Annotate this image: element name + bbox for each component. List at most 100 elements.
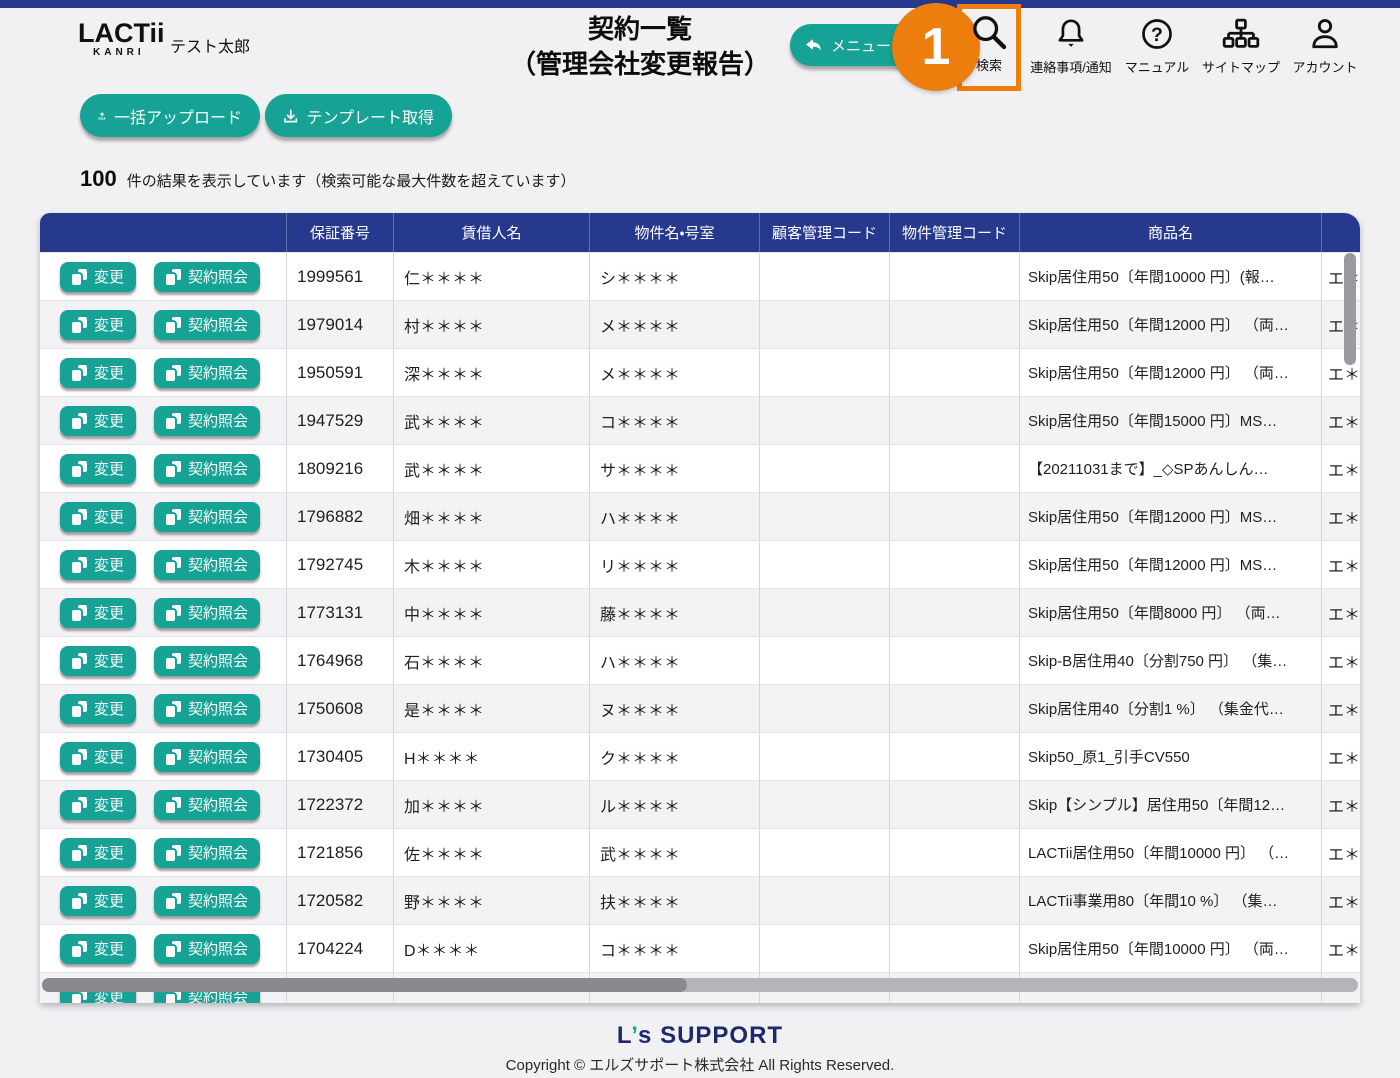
contract-inquiry-button[interactable]: 契約照会 [154, 886, 260, 916]
cell-product: Skip-B居住用40〔分割750 円〕 （集… [1020, 637, 1322, 684]
contract-inquiry-button[interactable]: 契約照会 [154, 454, 260, 484]
contract-inquiry-label: 契約照会 [188, 506, 248, 527]
change-button[interactable]: 変更 [60, 262, 136, 292]
change-button[interactable]: 変更 [60, 406, 136, 436]
nav-item-notifications[interactable]: 連絡事項/通知 [1026, 14, 1116, 76]
contract-inquiry-label: 契約照会 [188, 362, 248, 383]
change-button[interactable]: 変更 [60, 886, 136, 916]
cell-guarantee-no: 1792745 [287, 541, 394, 588]
cell-extra: エ＊ [1322, 733, 1360, 780]
change-button[interactable]: 変更 [60, 598, 136, 628]
cell-product: Skip居住用50〔年間10000 円〕(報… [1020, 253, 1322, 300]
contract-inquiry-button[interactable]: 契約照会 [154, 694, 260, 724]
row-actions: 変更 契約照会 [40, 925, 287, 972]
change-button[interactable]: 変更 [60, 358, 136, 388]
change-button-label: 変更 [94, 410, 124, 431]
nav-item-search[interactable]: 検索 [960, 12, 1018, 74]
contract-inquiry-button[interactable]: 契約照会 [154, 406, 260, 436]
change-button[interactable]: 変更 [60, 694, 136, 724]
column-header-property: 物件名・号室 [590, 213, 760, 252]
horizontal-scrollbar[interactable] [42, 978, 1358, 992]
nav-label-manual: マニュアル [1120, 57, 1194, 76]
change-button[interactable]: 変更 [60, 934, 136, 964]
cell-customer-code [760, 925, 890, 972]
cell-guarantee-no: 1730405 [287, 733, 394, 780]
cell-guarantee-no: 1764968 [287, 637, 394, 684]
contract-inquiry-button[interactable]: 契約照会 [154, 934, 260, 964]
nav-item-sitemap[interactable]: サイトマップ [1198, 14, 1284, 76]
change-button[interactable]: 変更 [60, 550, 136, 580]
contract-inquiry-button[interactable]: 契約照会 [154, 358, 260, 388]
change-button[interactable]: 変更 [60, 646, 136, 676]
cell-extra: エ＊ [1322, 925, 1360, 972]
table-row: 変更 契約照会 1720582 野＊＊＊＊ 扶＊＊＊＊ LACTii事業用80〔… [40, 876, 1360, 924]
get-template-button[interactable]: テンプレート取得 [265, 94, 452, 137]
document-icon [166, 365, 181, 381]
change-button-label: 変更 [94, 506, 124, 527]
change-button[interactable]: 変更 [60, 790, 136, 820]
contract-inquiry-button[interactable]: 契約照会 [154, 550, 260, 580]
result-summary: 100 件の結果を表示しています（検索可能な最大件数を超えています） [80, 166, 576, 192]
table-row: 変更 契約照会 1792745 木＊＊＊＊ リ＊＊＊＊ Skip居住用50〔年間… [40, 540, 1360, 588]
horizontal-scrollbar-thumb[interactable] [42, 978, 687, 992]
cell-guarantee-no: 1999561 [287, 253, 394, 300]
cell-extra: エ＊ [1322, 685, 1360, 732]
table-row: 変更 契約照会 1721856 佐＊＊＊＊ 武＊＊＊＊ LACTii居住用50〔… [40, 828, 1360, 876]
table-row: 変更 契約照会 1979014 村＊＊＊＊ メ＊＊＊＊ Skip居住用50〔年間… [40, 300, 1360, 348]
change-button[interactable]: 変更 [60, 502, 136, 532]
change-button[interactable]: 変更 [60, 742, 136, 772]
contract-inquiry-button[interactable]: 契約照会 [154, 646, 260, 676]
cell-product: LACTii事業用80〔年間10 %〕 （集… [1020, 877, 1322, 924]
contract-inquiry-button[interactable]: 契約照会 [154, 838, 260, 868]
cell-customer-code [760, 685, 890, 732]
cell-tenant: 石＊＊＊＊ [394, 637, 590, 684]
change-button[interactable]: 変更 [60, 454, 136, 484]
nav-item-account[interactable]: アカウント [1288, 14, 1362, 76]
svg-text:?: ? [1151, 24, 1163, 46]
change-button[interactable]: 変更 [60, 838, 136, 868]
vertical-scrollbar-thumb[interactable] [1344, 253, 1356, 365]
change-button-label: 変更 [94, 554, 124, 575]
cell-property-code [890, 925, 1020, 972]
get-template-label: テンプレート取得 [306, 104, 434, 128]
app-logo[interactable]: LACTii KANRI [78, 20, 168, 58]
nav-item-manual[interactable]: ? マニュアル [1120, 14, 1194, 76]
table-row: 変更 契約照会 1722372 加＊＊＊＊ ル＊＊＊＊ Skip【シンプル】居住… [40, 780, 1360, 828]
cell-tenant: 中＊＊＊＊ [394, 589, 590, 636]
contract-inquiry-button[interactable]: 契約照会 [154, 742, 260, 772]
cell-property: ハ＊＊＊＊ [590, 493, 760, 540]
change-button-label: 変更 [94, 458, 124, 479]
cell-property-code [890, 829, 1020, 876]
column-header-guarantee-no: 保証番号 [287, 213, 394, 252]
table-row: 変更 契約照会 1796882 畑＊＊＊＊ ハ＊＊＊＊ Skip居住用50〔年間… [40, 492, 1360, 540]
cell-product: Skip居住用50〔年間12000 円〕 （両… [1020, 349, 1322, 396]
search-icon [960, 12, 1018, 52]
cell-guarantee-no: 1720582 [287, 877, 394, 924]
cell-product: Skip居住用50〔年間15000 円〕MS… [1020, 397, 1322, 444]
contract-inquiry-button[interactable]: 契約照会 [154, 598, 260, 628]
cell-property: ハ＊＊＊＊ [590, 637, 760, 684]
cell-property: コ＊＊＊＊ [590, 925, 760, 972]
cell-property: コ＊＊＊＊ [590, 397, 760, 444]
cell-tenant: 佐＊＊＊＊ [394, 829, 590, 876]
cell-property: メ＊＊＊＊ [590, 349, 760, 396]
cell-extra: エ＊ [1322, 637, 1360, 684]
row-actions: 変更 契約照会 [40, 493, 287, 540]
cell-customer-code [760, 733, 890, 780]
row-actions: 変更 契約照会 [40, 349, 287, 396]
copyright-text: Copyright © エルズサポート株式会社 All Rights Reser… [0, 1054, 1400, 1075]
cell-property: ク＊＊＊＊ [590, 733, 760, 780]
contract-inquiry-button[interactable]: 契約照会 [154, 502, 260, 532]
contract-inquiry-button[interactable]: 契約照会 [154, 790, 260, 820]
change-button-label: 変更 [94, 362, 124, 383]
change-button[interactable]: 変更 [60, 310, 136, 340]
cell-tenant: 仁＊＊＊＊ [394, 253, 590, 300]
document-icon [72, 941, 87, 957]
contract-inquiry-button[interactable]: 契約照会 [154, 262, 260, 292]
top-accent-bar [0, 0, 1400, 8]
bulk-upload-button[interactable]: 一括アップロード [80, 94, 260, 137]
cell-property-code [890, 637, 1020, 684]
table-row: 変更 契約照会 1947529 武＊＊＊＊ コ＊＊＊＊ Skip居住用50〔年間… [40, 396, 1360, 444]
contract-inquiry-label: 契約照会 [188, 890, 248, 911]
contract-inquiry-button[interactable]: 契約照会 [154, 310, 260, 340]
